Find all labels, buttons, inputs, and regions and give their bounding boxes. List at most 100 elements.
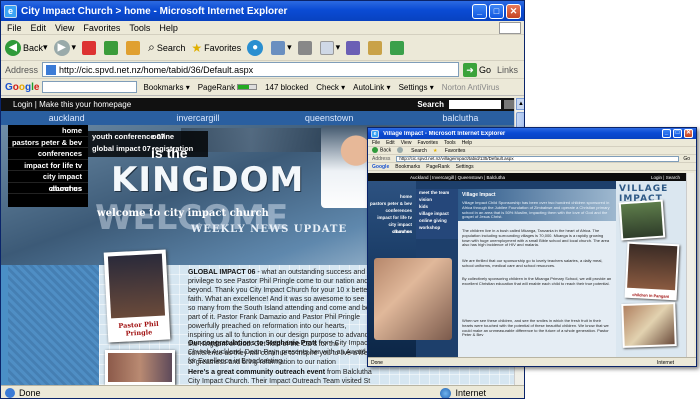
- nav-home[interactable]: home: [8, 125, 88, 137]
- go-button[interactable]: ➜ Go: [462, 62, 491, 77]
- autolink-button[interactable]: AutoLink ▾: [353, 83, 390, 92]
- login-link[interactable]: Login | Make this your homepage: [13, 100, 131, 109]
- edit-button[interactable]: ▾: [319, 40, 340, 55]
- village-address-input[interactable]: http://cic.spvd.net.nz/villageimpact/tab…: [396, 155, 680, 162]
- google-search-input[interactable]: [42, 81, 138, 93]
- favorites-button[interactable]: ★ Favorites: [191, 41, 241, 55]
- village-nav-conferences[interactable]: conferences: [368, 207, 416, 214]
- village-search-button[interactable]: Search: [411, 148, 427, 154]
- village-menu-tools[interactable]: Tools: [444, 140, 456, 146]
- main-title-bar[interactable]: e City Impact Church > home - Microsoft …: [1, 1, 524, 21]
- village-sub-village-impact[interactable]: village impact: [416, 210, 458, 217]
- mail-button[interactable]: ▾: [271, 40, 292, 55]
- menu-help[interactable]: Help: [159, 23, 178, 33]
- village-menu-favorites[interactable]: Favorites: [417, 140, 438, 146]
- village-sub-workshop[interactable]: workshop: [416, 224, 458, 231]
- village-sub-kids[interactable]: kids: [416, 203, 458, 210]
- menu-view[interactable]: View: [55, 23, 74, 33]
- search-button[interactable]: ⌕ Search: [148, 40, 185, 55]
- refresh-icon: [104, 40, 119, 55]
- address-input[interactable]: http://cic.spvd.net.nz/home/tabid/36/Def…: [42, 62, 459, 77]
- menu-tools[interactable]: Tools: [129, 23, 150, 33]
- village-nav-home[interactable]: home: [368, 193, 416, 200]
- forward-button[interactable]: ▶ ▾: [53, 39, 76, 56]
- village-menu-file[interactable]: File: [372, 140, 380, 146]
- nav-impact-tv[interactable]: impact for life tv: [8, 160, 88, 171]
- village-back-button[interactable]: Back: [372, 147, 391, 154]
- nav-pastors[interactable]: pastors peter & bev: [8, 137, 88, 148]
- village-menu-help[interactable]: Help: [462, 140, 472, 146]
- village-bookmarks-button[interactable]: Bookmarks: [395, 164, 420, 170]
- favorites-label: Favorites: [204, 42, 242, 53]
- village-google-bar: Google Bookmarks PageRank Settings: [368, 163, 696, 171]
- village-city-links[interactable]: Auckland | Invercargill | Queenstown | B…: [410, 175, 505, 180]
- discuss-button[interactable]: [346, 40, 362, 55]
- site-login-bar: Login | Make this your homepage Search: [1, 98, 524, 111]
- village-favorites-button[interactable]: ★ Favorites: [433, 148, 465, 154]
- village-page-content: Auckland | Invercargill | Queenstown | B…: [368, 173, 686, 358]
- links-button[interactable]: Links: [497, 65, 518, 75]
- village-title-bar[interactable]: e Village Impact - Microsoft Internet Ex…: [368, 128, 696, 139]
- village-heading: Village Impact: [462, 192, 496, 198]
- submenu-online-registration[interactable]: online registration: [148, 131, 208, 153]
- city-link-queenstown[interactable]: queenstown: [264, 113, 395, 123]
- google-toolbar: Google Bookmarks ▾ PageRank 147 blocked …: [1, 79, 524, 96]
- back-arrow-icon: ◀: [5, 39, 21, 56]
- minimize-button[interactable]: _: [472, 3, 487, 19]
- city-link-invercargill[interactable]: invercargill: [132, 113, 263, 123]
- village-maximize-button[interactable]: □: [673, 129, 682, 138]
- nav-conferences[interactable]: conferences: [8, 148, 88, 160]
- print-button[interactable]: [297, 40, 314, 55]
- city-link-auckland[interactable]: auckland: [1, 113, 132, 123]
- award-photo: [105, 350, 175, 385]
- google-bookmarks-button[interactable]: Bookmarks ▾: [143, 83, 189, 92]
- village-paragraph-4: When we see these children, and see the …: [462, 318, 609, 338]
- norton-antivirus-button[interactable]: Norton AntiVirus: [442, 83, 500, 92]
- google-settings-button[interactable]: Settings ▾: [399, 83, 434, 92]
- nav-city-impact-churches[interactable]: city impact churches: [8, 171, 88, 193]
- menu-favorites[interactable]: Favorites: [83, 23, 120, 33]
- spellcheck-button[interactable]: Check ▾: [316, 83, 345, 92]
- village-sub-online-giving[interactable]: online giving: [416, 217, 458, 224]
- menu-file[interactable]: File: [7, 23, 22, 33]
- village-go-button[interactable]: Go: [683, 156, 690, 162]
- popup-blocked-counter[interactable]: 147 blocked: [265, 83, 308, 92]
- village-toolbar: Back Search ★ Favorites: [368, 147, 696, 155]
- city-link-balclutha[interactable]: balclutha: [395, 113, 524, 123]
- go-label: Go: [478, 64, 491, 75]
- village-login-search[interactable]: Login | Search: [651, 175, 680, 180]
- village-close-button[interactable]: ✕: [684, 129, 693, 138]
- village-forward-button[interactable]: [397, 147, 405, 154]
- home-button[interactable]: [126, 40, 142, 55]
- stop-button[interactable]: [82, 40, 98, 55]
- messenger-button[interactable]: [390, 40, 406, 55]
- village-settings-button[interactable]: Settings: [456, 164, 474, 170]
- refresh-button[interactable]: [104, 40, 120, 55]
- village-menu-edit[interactable]: Edit: [386, 140, 395, 146]
- village-photo-column: VILLAGE IMPACT children in Pangani: [616, 181, 686, 358]
- village-nav-churches[interactable]: city impact churches: [368, 221, 416, 234]
- village-nav-impact-tv[interactable]: impact for life tv: [368, 214, 416, 221]
- status-bar: Done Internet: [1, 385, 524, 398]
- village-menu-bar: File Edit View Favorites Tools Help: [368, 139, 696, 147]
- back-button[interactable]: ◀ Back ▾: [5, 39, 48, 56]
- village-minimize-button[interactable]: _: [662, 129, 671, 138]
- village-sub-vision[interactable]: vision: [416, 196, 458, 203]
- village-nav-pastors[interactable]: pastors peter & bev: [368, 200, 416, 207]
- village-status-text: Done: [371, 359, 383, 366]
- menu-edit[interactable]: Edit: [31, 23, 47, 33]
- village-scrollbar[interactable]: [686, 173, 694, 357]
- village-photo-2: children in Pangani: [624, 241, 680, 301]
- maximize-button[interactable]: □: [489, 3, 504, 19]
- messenger-icon: [390, 40, 405, 55]
- village-sub-meet-team[interactable]: meet the team: [416, 189, 458, 196]
- site-search-input[interactable]: [449, 100, 501, 109]
- village-menu-view[interactable]: View: [401, 140, 412, 146]
- research-button[interactable]: [368, 40, 384, 55]
- close-button[interactable]: ✕: [506, 3, 521, 19]
- pagerank-bar: [237, 84, 258, 90]
- globe-icon: [440, 387, 452, 398]
- scroll-up-arrow[interactable]: ▲: [516, 98, 524, 110]
- ie-icon: e: [371, 129, 379, 138]
- media-button[interactable]: ●: [247, 39, 265, 56]
